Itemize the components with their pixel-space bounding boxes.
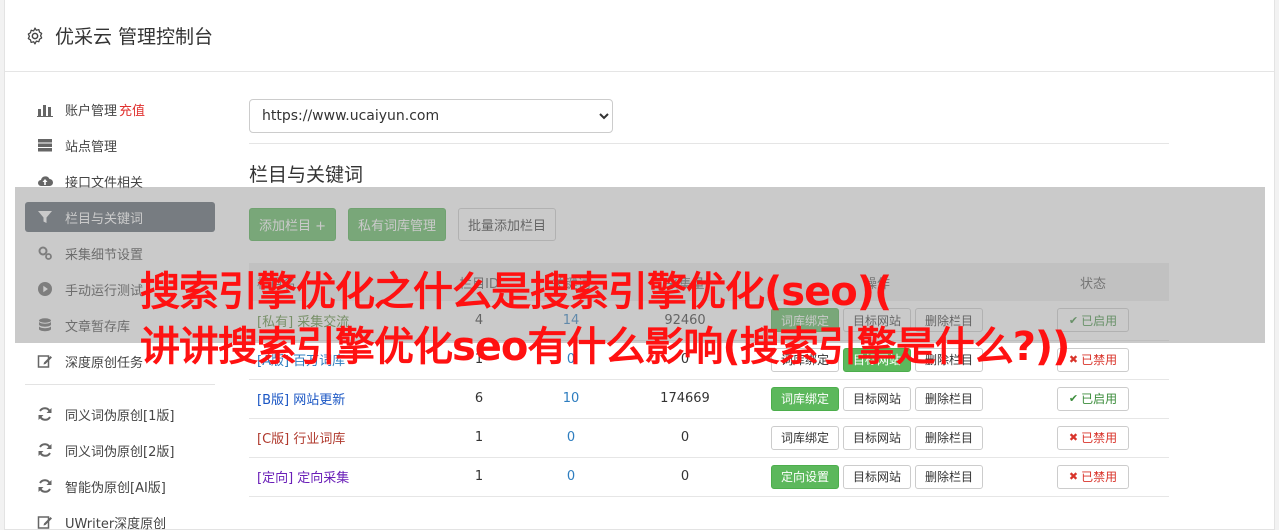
- refresh-icon: [38, 479, 52, 493]
- sidebar-item-label: 智能伪原创[AI版]: [65, 480, 166, 496]
- sidebar-item-label: 同义词伪原创[1版]: [65, 408, 175, 424]
- target-site-button[interactable]: 目标网站: [842, 425, 911, 450]
- toolbar: 添加栏目 + 私有词库管理 批量添加栏目: [249, 208, 1169, 241]
- bar-chart-icon: [37, 105, 53, 117]
- table-row: [B版] 网站更新 6 10 174669 词库绑定 目标网站 删除栏目 ✔ 已启用: [249, 379, 1169, 418]
- sidebar-item-3[interactable]: 栏目与关键词: [25, 202, 215, 232]
- delete-column-button[interactable]: 删除栏目: [915, 425, 984, 450]
- column-name[interactable]: [B版] 网站更新: [249, 379, 449, 418]
- overlay-line-1: 搜索引擎优化之什么是搜索引擎优化(seo)(: [140, 269, 892, 315]
- sidebar-item-label: 栏目与关键词: [65, 211, 144, 227]
- sidebar-item-label: 同义词伪原创[2版]: [65, 444, 175, 460]
- column-name[interactable]: [C版] 行业词库: [249, 418, 449, 457]
- column-id: 1: [474, 469, 484, 484]
- edit-icon: [37, 516, 52, 529]
- keyword-count: 0: [566, 430, 576, 445]
- app-title: 优采云 管理控制台: [55, 26, 214, 48]
- delete-column-button[interactable]: 删除栏目: [915, 464, 984, 489]
- status-toggle-button[interactable]: ✖ 已禁用: [1057, 425, 1129, 450]
- sidebar-item-0[interactable]: 账户管理 充值: [25, 94, 215, 124]
- status-toggle-button[interactable]: ✔ 已启用: [1057, 386, 1129, 411]
- refresh-icon: [38, 443, 52, 457]
- bind-lib-button[interactable]: 词库绑定: [770, 425, 839, 450]
- site-select[interactable]: https://www.ucaiyun.com: [249, 99, 613, 133]
- divider: [249, 143, 1169, 144]
- section-title: 栏目与关键词: [249, 164, 364, 186]
- sidebar-item-label: 接口文件相关: [65, 175, 144, 191]
- sidebar-divider: [25, 384, 215, 385]
- sidebar-item-label: 采集细节设置: [65, 247, 144, 263]
- check-icon: ✔: [1068, 392, 1079, 405]
- actions-cell: 词库绑定 目标网站 删除栏目: [737, 379, 1017, 418]
- column-id: 1: [474, 430, 484, 445]
- sidebar-item-label: 站点管理: [65, 139, 118, 155]
- bind-lib-button[interactable]: 词库绑定: [770, 386, 839, 411]
- sidebar-item-label: 文章暂存库: [65, 319, 131, 335]
- close-icon: ✖: [1068, 470, 1079, 483]
- status-cell: ✔ 已启用: [1017, 379, 1169, 418]
- database-icon: [39, 318, 51, 332]
- sidebar-item-g2-3[interactable]: UWriter深度原创: [25, 507, 215, 530]
- sidebar-item-1[interactable]: 站点管理: [25, 130, 215, 160]
- private-lib-button[interactable]: 私有词库管理: [348, 208, 447, 241]
- status-label: 已启用: [1081, 392, 1118, 406]
- actions-cell: 词库绑定 目标网站 删除栏目: [737, 418, 1017, 457]
- cloud-upload-icon: [38, 176, 53, 186]
- target-site-button[interactable]: 目标网站: [842, 386, 911, 411]
- status-label: 已禁用: [1081, 470, 1118, 484]
- sidebar-item-label: UWriter深度原创: [65, 516, 167, 530]
- status-toggle-button[interactable]: ✖ 已禁用: [1057, 464, 1129, 489]
- sidebar-item-label: 账户管理: [65, 103, 118, 119]
- column-name[interactable]: [定向] 定向采集: [249, 457, 449, 496]
- sidebar-item-2[interactable]: 接口文件相关: [25, 166, 215, 196]
- collect-count: 0: [680, 469, 690, 484]
- sidebar-item-label: 手动运行测试: [65, 283, 144, 299]
- keyword-count: 0: [566, 469, 576, 484]
- bind-lib-button[interactable]: 定向设置: [770, 464, 839, 489]
- overlay-title: 搜索引擎优化之什么是搜索引擎优化(seo)( 讲讲搜索引擎优化seo有什么影响(…: [140, 265, 1240, 375]
- collect-count: 0: [680, 430, 690, 445]
- overlay-line-2: 讲讲搜索引擎优化seo有什么影响(搜索引擎是什么?)): [140, 324, 1070, 370]
- refresh-icon: [38, 407, 52, 421]
- sidebar-item-4[interactable]: 采集细节设置: [25, 238, 215, 268]
- table-row: [定向] 定向采集 1 0 0 定向设置 目标网站 删除栏目 ✖ 已禁用: [249, 457, 1169, 496]
- server-icon: [38, 139, 52, 152]
- sidebar-item-label: 深度原创任务: [65, 355, 144, 371]
- collect-count: 174669: [660, 391, 710, 406]
- cogs-icon: [38, 246, 52, 260]
- play-circle-icon: [38, 282, 52, 296]
- sidebar-item-g2-0[interactable]: 同义词伪原创[1版]: [25, 399, 215, 429]
- target-site-button[interactable]: 目标网站: [842, 464, 911, 489]
- filter-icon: [38, 211, 52, 223]
- delete-column-button[interactable]: 删除栏目: [915, 386, 984, 411]
- gear-icon: [27, 26, 43, 45]
- app-header: 优采云 管理控制台: [5, 0, 1274, 72]
- add-column-button[interactable]: 添加栏目 +: [249, 208, 337, 241]
- recharge-link[interactable]: 充值: [119, 100, 145, 119]
- keyword-count: 10: [562, 391, 580, 406]
- status-label: 已禁用: [1081, 431, 1118, 445]
- status-cell: ✖ 已禁用: [1017, 457, 1169, 496]
- batch-add-button[interactable]: 批量添加栏目: [458, 208, 557, 241]
- sidebar-item-g2-2[interactable]: 智能伪原创[AI版]: [25, 471, 215, 501]
- column-id: 6: [474, 391, 484, 406]
- table-row: [C版] 行业词库 1 0 0 词库绑定 目标网站 删除栏目 ✖ 已禁用: [249, 418, 1169, 457]
- status-cell: ✖ 已禁用: [1017, 418, 1169, 457]
- actions-cell: 定向设置 目标网站 删除栏目: [737, 457, 1017, 496]
- close-icon: ✖: [1068, 431, 1079, 444]
- sidebar-item-g2-1[interactable]: 同义词伪原创[2版]: [25, 435, 215, 465]
- edit-icon: [37, 355, 52, 368]
